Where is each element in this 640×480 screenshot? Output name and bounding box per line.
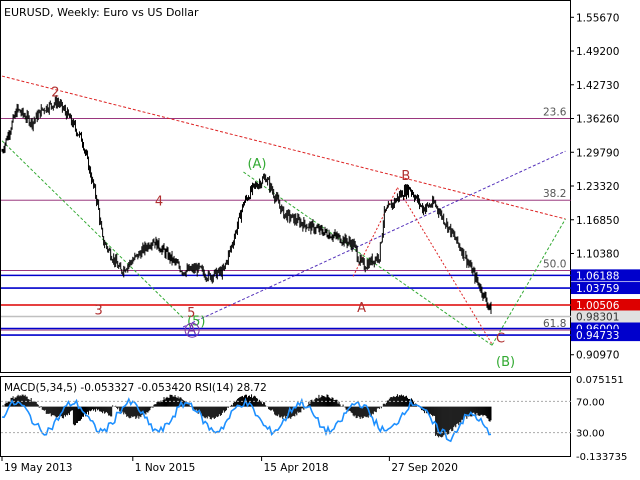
price-tick-label: 1.23320 — [576, 181, 619, 193]
fib-level-label: 38.2 — [543, 188, 566, 200]
time-axis: 19 May 2013 1 Nov 2015 15 Apr 2018 27 Sep 2… — [1, 457, 458, 474]
price-tick-label: 0.90970 — [576, 350, 619, 362]
indicator-title: MACD(5,34,5) -0.053327 -0.053420 RSI(14)… — [4, 382, 267, 394]
price-bars — [1, 95, 492, 315]
level-price-badges: 1.061881.037591.005060.983010.960000.947… — [571, 269, 640, 342]
level-badge-label: 1.06188 — [576, 270, 619, 282]
rsi-level-label: 30.00 — [576, 429, 605, 440]
time-tick-label: 19 May 2013 — [4, 462, 72, 474]
price-tick-label: 1.42730 — [576, 80, 619, 92]
wave-label: 3 — [95, 303, 103, 318]
descending-resistance-line — [1, 75, 566, 220]
time-tick-label: 27 Sep 2020 — [391, 462, 458, 474]
wave-label: 2 — [51, 85, 59, 100]
wave-projection-line — [1, 140, 184, 319]
level-badge-label: 0.94733 — [576, 330, 619, 342]
rsi-level-label: 70.00 — [576, 397, 605, 408]
wave-label: A — [357, 301, 366, 316]
time-tick-label: 15 Apr 2018 — [264, 462, 329, 474]
time-tick-label: 1 Nov 2015 — [135, 462, 196, 474]
wave-label: (A) — [247, 157, 266, 172]
chart-title: EURUSD, Weekly: Euro vs US Dollar — [4, 6, 199, 19]
eurusd-weekly-chart: 23.638.250.061.8 2345(5)A(A)ABC(B) 1.556… — [0, 0, 640, 474]
level-badge-label: 1.00506 — [576, 300, 620, 312]
ascending-support-line — [182, 150, 566, 328]
fib-level-label: 50.0 — [543, 259, 566, 271]
level-badge-label: 0.98301 — [576, 312, 619, 324]
price-tick-label: 1.36260 — [576, 114, 619, 126]
wave-label: B — [401, 169, 410, 184]
macd-tick-label: 0.075151 — [576, 375, 624, 386]
fib-level-label: 61.8 — [543, 318, 566, 330]
wave-label: A — [187, 323, 196, 338]
wave-label: 4 — [155, 194, 163, 209]
wave-c-line — [396, 187, 493, 345]
fib-level-label: 23.6 — [543, 107, 567, 119]
wave-label: C — [496, 332, 505, 347]
wave-label: (B) — [496, 355, 515, 370]
macd-tick-label: -0.133735 — [576, 452, 627, 463]
price-tick-label: 1.16850 — [576, 215, 619, 227]
price-tick-label: 1.10380 — [576, 248, 619, 260]
level-badge-label: 1.03759 — [576, 283, 619, 295]
price-tick-label: 1.55670 — [576, 12, 619, 24]
price-tick-label: 1.49200 — [576, 46, 619, 58]
price-tick-label: 1.29790 — [576, 147, 619, 159]
wave-projection-line — [243, 171, 493, 346]
